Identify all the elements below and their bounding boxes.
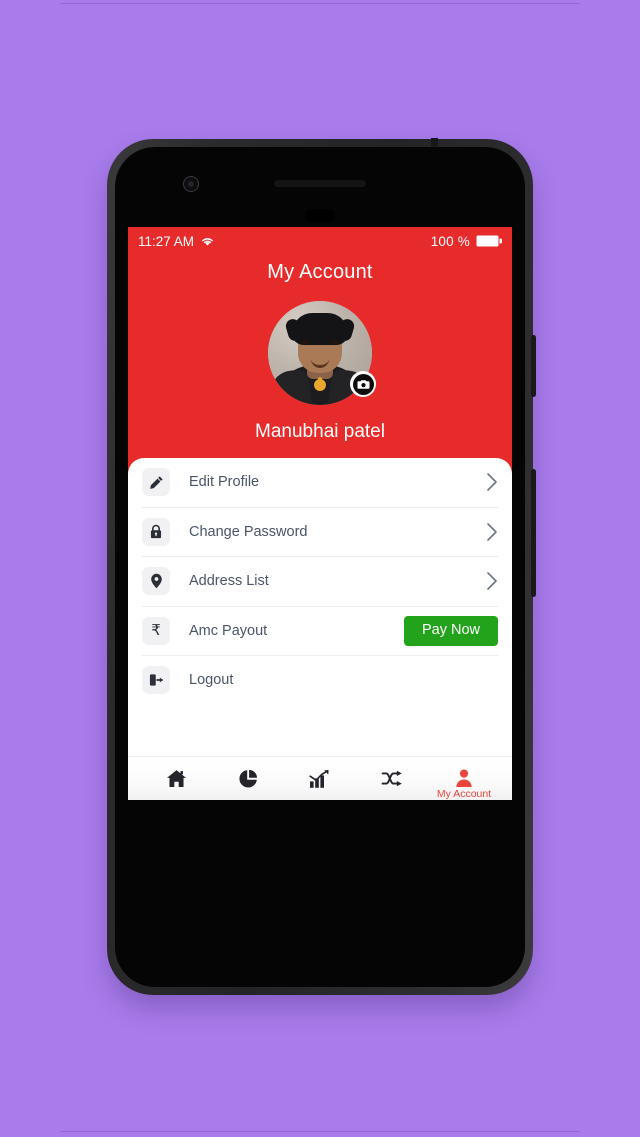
backdrop-hairline-bottom	[60, 1131, 580, 1132]
phone-device-frame: 11:27 AM 100 % My Account Manubhai patel…	[107, 138, 536, 995]
menu-item-label: Logout	[189, 672, 234, 689]
battery-percent-label: 100 %	[430, 233, 470, 249]
backdrop-hairline-top	[60, 3, 580, 4]
pay-now-button[interactable]: Pay Now	[403, 615, 498, 646]
chevron-right-icon	[486, 522, 498, 542]
status-time: 11:27 AM	[138, 233, 195, 249]
status-bar: 11:27 AM 100 %	[128, 227, 512, 255]
menu-item-label: Address List	[189, 573, 269, 590]
nav-item-transfer[interactable]	[356, 757, 428, 800]
pencil-icon	[142, 468, 170, 497]
rupee-icon: ₹	[142, 616, 170, 645]
antenna-notch	[431, 138, 438, 147]
chevron-right-icon	[486, 472, 498, 492]
shuffle-icon	[381, 770, 404, 787]
page-title: My Account	[267, 261, 373, 283]
menu-item-amc-payout[interactable]: ₹ Amc Payout Pay Now	[142, 607, 498, 656]
bottom-navigation-bar: My Account	[128, 756, 512, 800]
phone-bezel: 11:27 AM 100 % My Account Manubhai patel…	[115, 147, 525, 987]
nav-item-home[interactable]	[140, 757, 212, 800]
menu-item-label: Change Password	[189, 523, 308, 540]
status-bar-left: 11:27 AM	[138, 234, 215, 249]
chevron-right-icon	[486, 571, 498, 591]
bar-chart-trending-icon	[309, 769, 331, 789]
app-screen: 11:27 AM 100 % My Account Manubhai patel…	[128, 227, 512, 800]
power-button[interactable]	[531, 335, 536, 397]
nav-item-my-account[interactable]: My Account	[428, 757, 500, 800]
menu-item-logout[interactable]: Logout	[142, 656, 498, 705]
avatar[interactable]	[268, 301, 376, 405]
rupee-glyph: ₹	[151, 621, 161, 640]
volume-button[interactable]	[531, 469, 536, 597]
location-pin-icon	[142, 567, 170, 596]
menu-item-label: Edit Profile	[189, 474, 260, 491]
battery-full-icon	[476, 235, 502, 247]
lock-icon	[142, 517, 170, 546]
sensor-dot	[305, 209, 335, 222]
account-header: 11:27 AM 100 % My Account Manubhai patel	[128, 227, 512, 473]
earpiece-speaker	[274, 180, 366, 187]
logout-icon	[142, 666, 170, 695]
camera-icon	[352, 373, 374, 395]
nav-item-analytics[interactable]	[284, 757, 356, 800]
pie-chart-icon	[238, 769, 258, 789]
change-photo-button[interactable]	[350, 371, 376, 397]
photo-eye-left	[302, 341, 308, 344]
account-menu-card: Edit Profile Change Password Address Lis…	[128, 458, 512, 800]
home-icon	[166, 769, 187, 788]
profile-name: Manubhai patel	[255, 421, 385, 442]
nav-item-label: My Account	[436, 788, 492, 800]
photo-eye-right	[332, 341, 338, 344]
photo-hair	[292, 313, 348, 345]
person-icon	[455, 769, 473, 788]
front-camera-icon	[183, 176, 199, 192]
menu-item-label: Amc Payout	[189, 622, 268, 639]
status-bar-right: 100 %	[431, 234, 502, 249]
menu-item-change-password[interactable]: Change Password	[142, 508, 498, 557]
menu-item-edit-profile[interactable]: Edit Profile	[142, 458, 498, 508]
nav-item-reports[interactable]	[212, 757, 284, 800]
menu-item-address-list[interactable]: Address List	[142, 557, 498, 607]
photo-pendant	[314, 379, 326, 391]
wifi-icon	[200, 235, 215, 247]
